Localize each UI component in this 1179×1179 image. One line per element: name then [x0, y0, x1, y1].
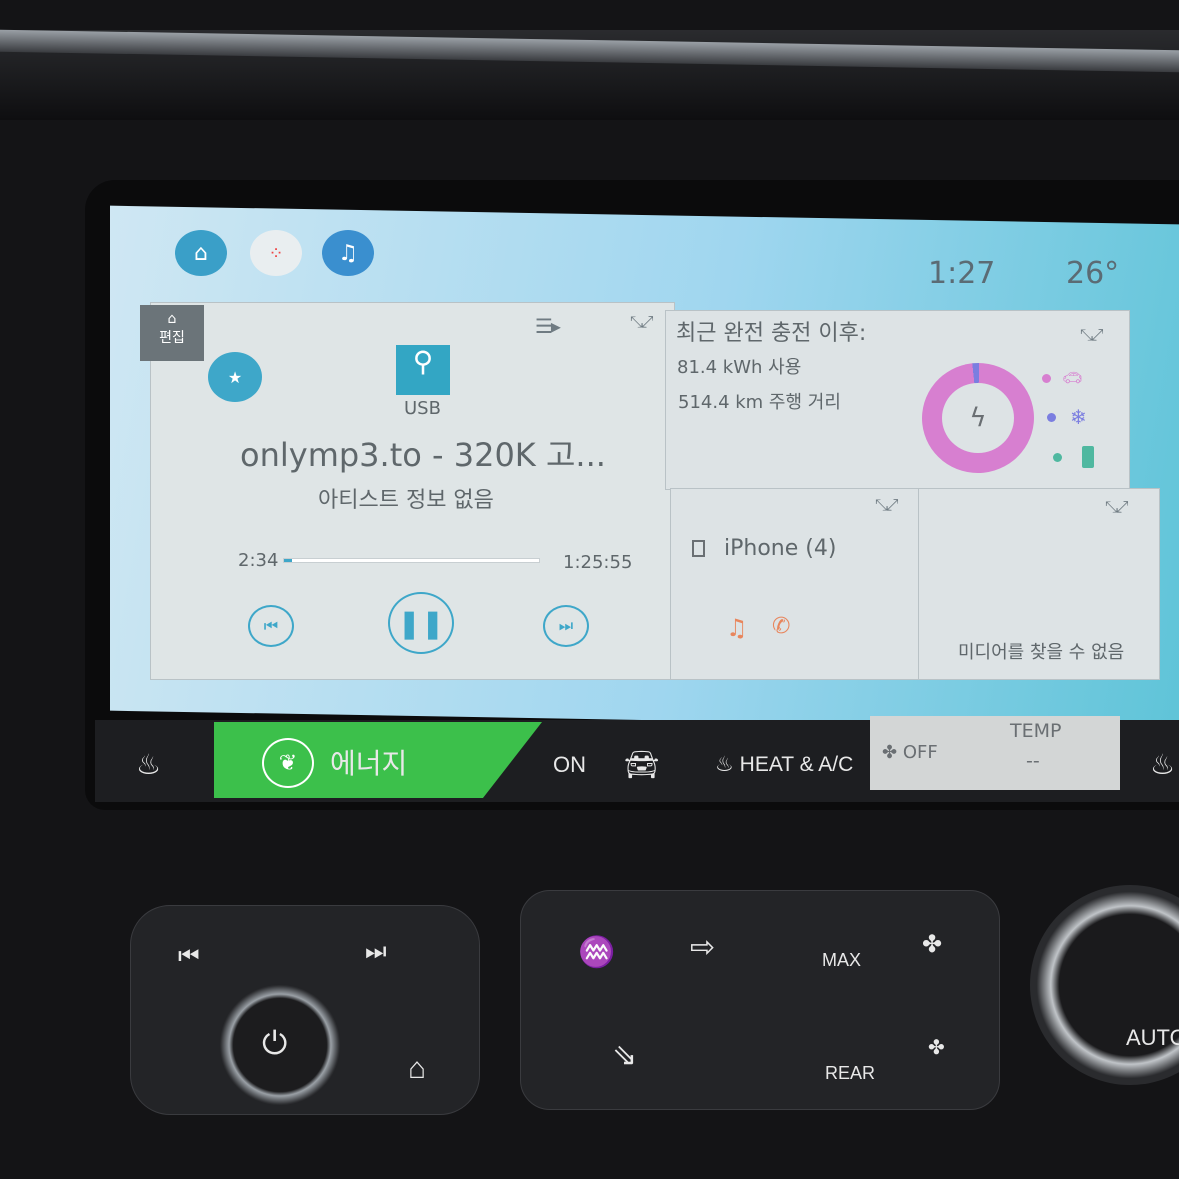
hw-next-button[interactable]: ⏭: [365, 938, 387, 966]
legend-dot-climate: [1047, 413, 1056, 422]
call-icon[interactable]: ✆: [772, 614, 790, 639]
artist-label: 아티스트 정보 없음: [318, 488, 494, 513]
favorite-star-icon[interactable]: ★: [208, 352, 262, 402]
edit-button[interactable]: ⌂ 편집: [140, 305, 204, 361]
hw-home-button[interactable]: ⌂: [408, 1052, 426, 1086]
max-defrost-button[interactable]: MAX: [822, 950, 861, 971]
snowflake-icon: ❄: [1070, 405, 1087, 429]
expand-icon[interactable]: ⤡⤢: [1080, 325, 1104, 345]
energy-used: 81.4 kWh 사용: [677, 357, 802, 378]
energy-heading: 최근 완전 충전 이후:: [676, 321, 867, 346]
climate-hardware-controls: [520, 890, 1000, 1110]
hw-previous-button[interactable]: ⏮: [178, 943, 200, 971]
phone-icon: [692, 540, 705, 557]
outside-temperature: 26°: [1066, 256, 1120, 291]
rear-defrost-button[interactable]: REAR: [825, 1063, 875, 1084]
leaf-icon: ❦: [262, 738, 314, 788]
battery-icon: [1082, 446, 1094, 468]
phone-panel[interactable]: [670, 488, 920, 680]
usb-icon: ⚲: [396, 345, 450, 395]
power-icon: ⏻: [262, 1025, 288, 1061]
pause-button[interactable]: ❚❚: [388, 592, 454, 654]
floor-air-button[interactable]: ⇘: [612, 1038, 637, 1073]
phone-device-name: iPhone (4): [724, 536, 837, 561]
progress-bar[interactable]: [283, 558, 540, 563]
fan-down-button[interactable]: ✤: [928, 1035, 945, 1060]
lightning-icon: ϟ: [942, 383, 1014, 453]
power-volume-knob[interactable]: ⏻: [220, 985, 340, 1105]
source-label: USB: [404, 398, 441, 419]
seat-heater-right-icon[interactable]: ♨: [1150, 748, 1175, 781]
fan-up-button[interactable]: ✤: [922, 930, 942, 959]
heat-ac-button[interactable]: ♨ HEAT & A/C: [715, 752, 853, 777]
distance-driven: 514.4 km 주행 거리: [678, 392, 841, 413]
fan-status: OFF: [902, 742, 938, 763]
track-title: onlymp3.to - 320K 고...: [240, 436, 606, 474]
progress-fill: [284, 559, 292, 562]
clock: 1:27: [928, 256, 996, 291]
front-defrost-button[interactable]: ♒: [578, 935, 615, 970]
now-playing-icon[interactable]: ♫: [322, 230, 374, 276]
heat-ac-label: HEAT & A/C: [739, 753, 854, 776]
playlist-icon[interactable]: ☰▸: [535, 314, 561, 338]
no-media-label: 미디어를 찾을 수 없음: [958, 642, 1125, 663]
energy-label: 에너지: [330, 748, 408, 779]
previous-track-button[interactable]: ⏮: [248, 605, 294, 647]
air-direction-button[interactable]: ⇨: [690, 930, 715, 965]
temp-value: --: [1026, 750, 1040, 772]
next-track-button[interactable]: ⏭: [543, 605, 589, 647]
legend-dot-driving: [1042, 374, 1051, 383]
home-icon: ⌂: [167, 311, 177, 327]
home-icon[interactable]: ⌂: [175, 230, 227, 276]
expand-icon[interactable]: ⤡⤢: [1105, 497, 1129, 517]
edit-label: 편집: [159, 330, 185, 346]
temp-label: TEMP: [1010, 720, 1062, 742]
music-icon[interactable]: ♫: [726, 614, 748, 642]
seat-heater-left-icon[interactable]: ♨: [136, 748, 161, 781]
recirculation-icon[interactable]: 🚘︎: [624, 748, 660, 781]
expand-icon[interactable]: ⤡⤢: [630, 312, 654, 332]
duration: 1:25:55: [563, 552, 633, 573]
car-icon: 🚗︎: [1062, 368, 1083, 387]
temperature-knob[interactable]: [1030, 885, 1179, 1085]
auto-button[interactable]: AUTO: [1126, 1025, 1179, 1051]
expand-icon[interactable]: ⤡⤢: [875, 495, 899, 515]
apps-icon[interactable]: ⁘: [250, 230, 302, 276]
fan-icon: ✤ OFF: [882, 742, 938, 763]
elapsed-time: 2:34: [238, 550, 279, 571]
legend-dot-battery: [1053, 453, 1062, 462]
climate-on-button[interactable]: ON: [553, 752, 586, 778]
